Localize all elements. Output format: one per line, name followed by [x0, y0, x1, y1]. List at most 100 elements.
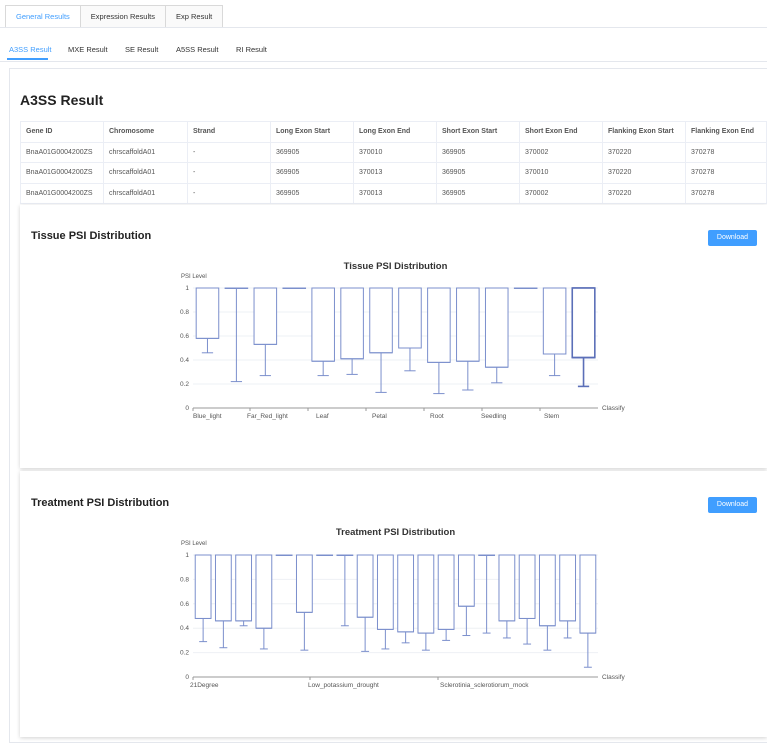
- box-iqr: [456, 287, 480, 362]
- y-tick-label: 0.6: [180, 333, 189, 340]
- y-tick-label: 0.6: [180, 601, 189, 608]
- box-iqr: [253, 287, 278, 345]
- x-tick-label: Root: [430, 413, 444, 420]
- y-tick-label: 1: [185, 552, 189, 559]
- chart-title: Treatment PSI Distribution: [336, 527, 455, 538]
- box-iqr: [397, 554, 415, 633]
- box-iqr: [376, 554, 394, 630]
- box-iqr: [214, 554, 232, 622]
- box-iqr: [518, 554, 536, 619]
- table-cell: 369905: [270, 182, 354, 204]
- table-row: BnaA01G0004200ZS chrscaffoldA01 - 369905…: [20, 141, 767, 163]
- col-chromosome: Chromosome: [103, 121, 188, 143]
- table-header-row: Gene ID Chromosome Strand Long Exon Star…: [20, 121, 767, 143]
- y-tick-label: 0.8: [180, 576, 189, 583]
- table-cell: BnaA01G0004200ZS: [20, 141, 104, 163]
- box-iqr: [559, 554, 577, 622]
- table-cell: 370220: [602, 182, 686, 204]
- top-tabs-divider: [0, 27, 767, 28]
- y-axis-label: PSI Level: [181, 541, 207, 547]
- x-axis-label: Classify: [602, 674, 626, 681]
- x-tick-label: Low_potassium_drought: [308, 682, 379, 689]
- tab-general-results[interactable]: General Results: [5, 5, 80, 28]
- sub-tabs-divider: [0, 61, 767, 62]
- col-short-exon-start: Short Exon Start: [436, 121, 520, 143]
- col-long-exon-start: Long Exon Start: [270, 121, 354, 143]
- sub-tabs: A3SS Result MXE Result SE Result A5SS Re…: [0, 44, 767, 61]
- table-cell: 370013: [353, 162, 437, 184]
- col-long-exon-end: Long Exon End: [353, 121, 437, 143]
- table-cell: BnaA01G0004200ZS: [20, 182, 104, 204]
- tissue-psi-card: Tissue PSI Distribution Download Tissue …: [20, 205, 767, 468]
- col-gene-id: Gene ID: [20, 121, 104, 143]
- x-tick-label: Stem: [544, 413, 559, 420]
- box-iqr: [295, 554, 313, 613]
- box-iqr: [194, 554, 212, 619]
- box-iqr: [417, 554, 435, 634]
- box-iqr: [437, 554, 455, 630]
- subtab-mxe-result[interactable]: MXE Result: [68, 44, 108, 56]
- y-tick-label: 0.2: [180, 381, 189, 388]
- table-cell: 370278: [685, 162, 767, 184]
- table-cell: 370220: [602, 141, 686, 163]
- table-cell: 370002: [519, 182, 603, 204]
- table-cell: chrscaffoldA01: [103, 162, 188, 184]
- tissue-psi-chart: Tissue PSI Distribution PSI Level 0 0.2 0.4 0…: [180, 261, 626, 420]
- subtab-active-indicator: [7, 58, 48, 60]
- table-cell: 369905: [436, 162, 520, 184]
- table-row: BnaA01G0004200ZS chrscaffoldA01 - 369905…: [20, 162, 767, 184]
- chart-title: Tissue PSI Distribution: [344, 261, 448, 272]
- table-cell: 369905: [270, 141, 354, 163]
- table-cell: 369905: [436, 141, 520, 163]
- page-title: A3SS Result: [20, 92, 104, 108]
- box-iqr: [538, 554, 556, 627]
- table-cell: chrscaffoldA01: [103, 141, 188, 163]
- box-iqr: [398, 287, 422, 349]
- top-tabs: General Results Expression Results Exp R…: [5, 5, 224, 28]
- table-cell: 370278: [685, 182, 767, 204]
- table-cell: 370010: [353, 141, 437, 163]
- box-iqr: [571, 287, 596, 359]
- y-tick-label: 0.8: [180, 309, 189, 316]
- box-iqr: [340, 287, 364, 360]
- box-iqr: [498, 554, 516, 622]
- box-iqr: [195, 287, 220, 339]
- table-cell: -: [187, 141, 271, 163]
- box-iqr: [542, 287, 567, 355]
- tab-expression-results[interactable]: Expression Results: [79, 5, 165, 28]
- table-cell: BnaA01G0004200ZS: [20, 162, 104, 184]
- table-cell: 370013: [353, 182, 437, 204]
- x-tick-label: 21Degree: [190, 682, 219, 689]
- y-tick-label: 0.2: [180, 650, 189, 657]
- y-tick-label: 0: [185, 674, 189, 681]
- box-iqr: [255, 554, 273, 629]
- table-cell: -: [187, 182, 271, 204]
- box-iqr: [235, 554, 253, 622]
- box-iqr: [356, 554, 374, 618]
- x-tick-label: Blue_light: [193, 413, 222, 420]
- x-tick-label: Seedling: [481, 413, 507, 420]
- table-cell: -: [187, 162, 271, 184]
- treatment-psi-chart: Treatment PSI Distribution PSI Level 0 0.2 0…: [180, 527, 626, 689]
- table-cell: 370220: [602, 162, 686, 184]
- col-strand: Strand: [187, 121, 271, 143]
- x-tick-label: Far_Red_light: [247, 413, 288, 420]
- tab-exp-result[interactable]: Exp Result: [164, 5, 224, 28]
- box-iqr: [579, 554, 597, 634]
- x-tick-label: Leaf: [316, 413, 329, 420]
- subtab-se-result[interactable]: SE Result: [125, 44, 158, 56]
- x-tick-label: Sclerotinia_sclerotiorum_mock: [440, 682, 529, 689]
- table-cell: 370278: [685, 141, 767, 163]
- subtab-a5ss-result[interactable]: A5SS Result: [176, 44, 219, 56]
- x-axis-label: Classify: [602, 405, 626, 412]
- table-cell: chrscaffoldA01: [103, 182, 188, 204]
- box-iqr: [311, 287, 335, 362]
- subtab-ri-result[interactable]: RI Result: [236, 44, 267, 56]
- box-iqr: [369, 287, 393, 354]
- table-row: BnaA01G0004200ZS chrscaffoldA01 - 369905…: [20, 182, 767, 204]
- subtab-a3ss-result[interactable]: A3SS Result: [9, 44, 52, 56]
- box-iqr: [484, 287, 509, 368]
- y-tick-label: 1: [185, 285, 189, 292]
- y-tick-label: 0.4: [180, 357, 189, 364]
- y-tick-label: 0: [185, 405, 189, 412]
